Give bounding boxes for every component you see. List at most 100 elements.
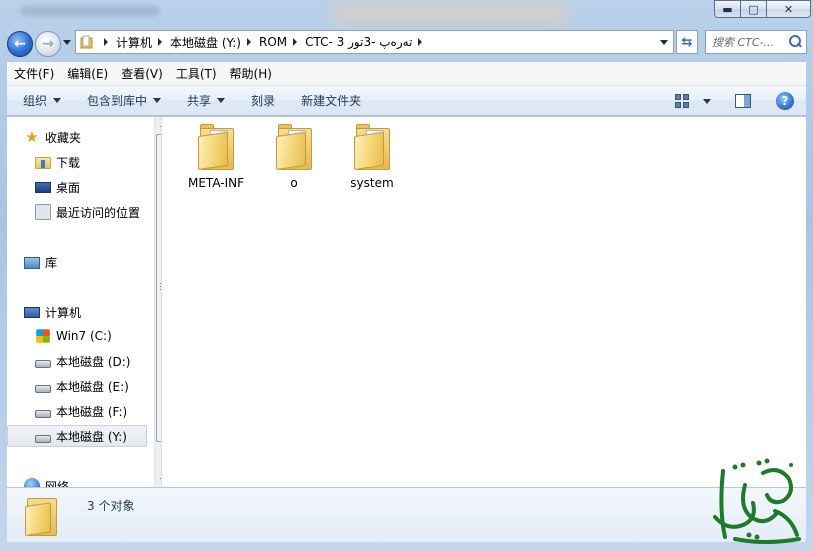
menu-view[interactable]: 查看(V): [121, 65, 163, 82]
chevron-down-icon: [53, 98, 62, 103]
menu-file[interactable]: 文件(F): [14, 65, 54, 82]
nav-drive-d-label: 本地磁盘 (D:): [56, 354, 131, 369]
nav-drive-e-label: 本地磁盘 (E:): [56, 379, 129, 394]
include-in-library-label: 包含到库中: [87, 94, 148, 108]
folder-item-o[interactable]: o: [262, 122, 326, 190]
help-icon[interactable]: ?: [776, 92, 794, 110]
view-options-icon[interactable]: [675, 94, 691, 108]
nav-drive-c[interactable]: Win7 (C:): [35, 325, 112, 347]
nav-desktop-label: 桌面: [56, 180, 81, 195]
drive-icon: [35, 409, 51, 418]
recent-places-icon: [35, 204, 51, 220]
nav-network[interactable]: 网络: [24, 475, 69, 487]
drive-icon: [35, 359, 51, 368]
close-icon: ✕: [783, 2, 794, 16]
nav-drive-y-label: 本地磁盘 (Y:): [56, 429, 127, 444]
desktop-icon: [35, 182, 51, 193]
menu-tools[interactable]: 工具(T): [176, 65, 217, 82]
menu-bar: 文件(F) 编辑(E) 查看(V) 工具(T) 帮助(H): [7, 62, 806, 86]
address-bar[interactable]: 计算机 本地磁盘 (Y:) ROM CTC- تەرەپ -3تور 3: [75, 30, 674, 54]
include-in-library-button[interactable]: 包含到库中: [87, 92, 162, 109]
network-icon: [24, 478, 40, 487]
view-controls: ?: [675, 86, 806, 116]
nav-favorites[interactable]: ★ 收藏夹: [24, 126, 81, 148]
recent-pages-dropdown[interactable]: [63, 40, 71, 45]
folder-item-system[interactable]: system: [340, 122, 404, 190]
search-box[interactable]: 搜索 CTC-...: [705, 30, 807, 54]
folder-item-meta-inf[interactable]: META-INF: [184, 122, 248, 190]
breadcrumb-ctc[interactable]: CTC- تەرەپ -3تور 3: [305, 35, 430, 49]
folder-icon: [80, 35, 93, 49]
chevron-down-icon: [217, 98, 226, 103]
nav-computer[interactable]: 计算机: [24, 301, 81, 323]
nav-computer-label: 计算机: [45, 305, 82, 320]
folder-icon: [196, 122, 236, 170]
command-bar: 组织 包含到库中 共享 刻录 新建文件夹 ?: [7, 86, 806, 116]
breadcrumb-drive-y[interactable]: 本地磁盘 (Y:): [170, 34, 259, 51]
menu-help[interactable]: 帮助(H): [230, 65, 272, 82]
nav-drive-f-label: 本地磁盘 (F:): [56, 404, 128, 419]
scroll-down-button[interactable]: [155, 472, 161, 487]
nav-libraries-label: 库: [45, 255, 58, 270]
breadcrumb-label: 计算机: [116, 35, 153, 50]
folder-name: o: [290, 176, 298, 190]
nav-recent-label: 最近访问的位置: [56, 205, 141, 220]
folder-icon: [274, 122, 314, 170]
nav-libraries[interactable]: 库: [24, 251, 57, 273]
arrow-left-icon: ←: [14, 36, 26, 52]
folder-icon: [25, 494, 59, 538]
organize-label: 组织: [23, 94, 48, 108]
breadcrumb-separator[interactable]: [98, 38, 116, 46]
breadcrumb-label: ROM: [258, 35, 288, 49]
nav-downloads-label: 下载: [56, 155, 81, 170]
organize-button[interactable]: 组织: [23, 92, 62, 109]
breadcrumb-chevron-icon[interactable]: [246, 38, 251, 46]
computer-icon: [24, 307, 40, 318]
nav-drive-f[interactable]: 本地磁盘 (F:): [35, 400, 127, 422]
breadcrumb-computer[interactable]: 计算机: [116, 34, 170, 51]
nav-drive-e[interactable]: 本地磁盘 (E:): [35, 375, 129, 397]
folder-name: META-INF: [187, 176, 245, 190]
menu-edit[interactable]: 编辑(E): [67, 65, 108, 82]
close-button[interactable]: ✕: [767, 0, 811, 18]
window-controls: ▬ □ ✕: [714, 0, 811, 18]
breadcrumb-chevron-icon[interactable]: [158, 38, 163, 46]
maximize-icon: □: [748, 2, 759, 16]
nav-favorites-label: 收藏夹: [45, 130, 82, 145]
breadcrumb-label: CTC- تەرەپ -3تور 3: [305, 35, 413, 49]
breadcrumb-chevron-icon[interactable]: [418, 38, 423, 46]
nav-drive-c-label: Win7 (C:): [56, 329, 112, 343]
nav-drive-y[interactable]: 本地磁盘 (Y:): [7, 425, 147, 447]
scroll-up-button[interactable]: [155, 117, 161, 132]
nav-recent-places[interactable]: 最近访问的位置: [35, 201, 140, 223]
burn-label: 刻录: [251, 94, 276, 108]
address-history-dropdown[interactable]: [660, 40, 668, 45]
back-button[interactable]: ←: [7, 31, 33, 57]
view-dropdown[interactable]: [703, 98, 711, 104]
nav-downloads[interactable]: 下载: [35, 151, 80, 173]
address-row: ← → 计算机 本地磁盘 (Y:) ROM CTC- تەرەپ -3تور 3…: [0, 26, 813, 60]
forward-button[interactable]: →: [35, 31, 61, 57]
share-button[interactable]: 共享: [187, 92, 226, 109]
nav-scrollbar[interactable]: [154, 117, 161, 487]
search-icon[interactable]: [788, 35, 802, 49]
nav-drive-d[interactable]: 本地磁盘 (D:): [35, 350, 130, 372]
preview-pane-icon[interactable]: [735, 94, 751, 108]
new-folder-label: 新建文件夹: [301, 94, 362, 108]
minimize-icon: ▬: [722, 2, 733, 16]
nav-desktop[interactable]: 桌面: [35, 176, 80, 198]
drive-icon: [35, 384, 51, 393]
new-folder-button[interactable]: 新建文件夹: [301, 92, 361, 109]
item-count: 3 个对象: [87, 499, 135, 513]
breadcrumb-chevron-icon[interactable]: [293, 38, 298, 46]
windows-drive-icon: [36, 329, 50, 343]
minimize-button[interactable]: ▬: [714, 0, 741, 18]
folder-name: system: [350, 176, 394, 190]
maximize-button[interactable]: □: [741, 0, 767, 18]
folder-icon: [352, 122, 392, 170]
arrow-right-icon: →: [42, 36, 54, 52]
burn-button[interactable]: 刻录: [251, 92, 275, 109]
refresh-button[interactable]: ⇆: [676, 30, 698, 54]
breadcrumb-rom[interactable]: ROM: [259, 35, 305, 49]
breadcrumb-label: 本地磁盘 (Y:): [170, 35, 241, 50]
